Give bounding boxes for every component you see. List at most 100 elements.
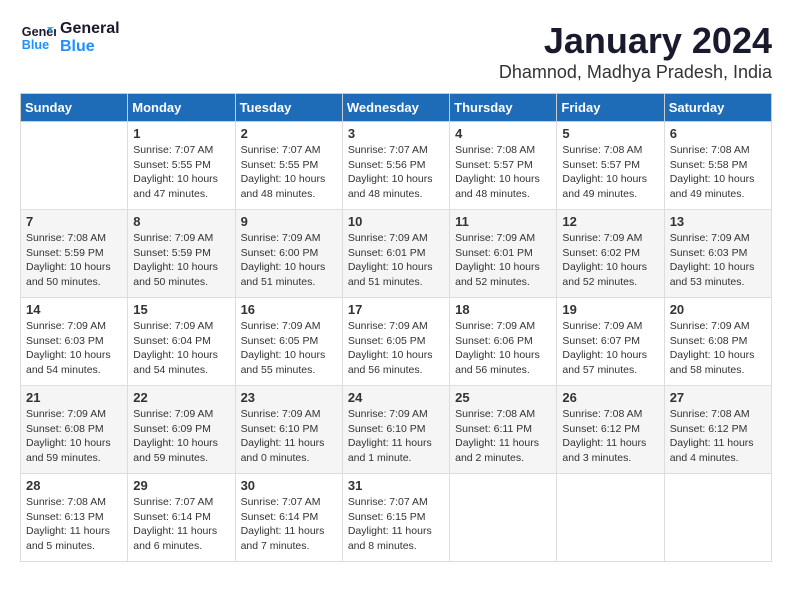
calendar-cell [557, 474, 664, 562]
cell-info: Sunrise: 7:09 AM Sunset: 6:09 PM Dayligh… [133, 407, 229, 466]
day-number: 9 [241, 214, 337, 229]
calendar-cell: 16 Sunrise: 7:09 AM Sunset: 6:05 PM Dayli… [235, 298, 342, 386]
calendar-cell: 23Sunrise: 7:09 AM Sunset: 6:10 PM Dayli… [235, 386, 342, 474]
calendar-cell: 8 Sunrise: 7:09 AM Sunset: 5:59 PM Daylig… [128, 210, 235, 298]
calendar-cell: 12 Sunrise: 7:09 AM Sunset: 6:02 PM Dayli… [557, 210, 664, 298]
calendar-cell: 30 Sunrise: 7:07 AM Sunset: 6:14 PM Dayli… [235, 474, 342, 562]
cell-info: Sunrise: 7:09 AM Sunset: 6:07 PM Dayligh… [562, 319, 658, 378]
calendar-row: 28Sunrise: 7:08 AM Sunset: 6:13 PM Dayli… [21, 474, 772, 562]
calendar-cell: 13 Sunrise: 7:09 AM Sunset: 6:03 PM Dayli… [664, 210, 771, 298]
calendar-cell: 18 Sunrise: 7:09 AM Sunset: 6:06 PM Dayli… [450, 298, 557, 386]
day-number: 19 [562, 302, 658, 317]
calendar-cell: 15 Sunrise: 7:09 AM Sunset: 6:04 PM Dayli… [128, 298, 235, 386]
title-area: January 2024 Dhamnod, Madhya Pradesh, In… [499, 20, 772, 83]
calendar-cell: 10Sunrise: 7:09 AM Sunset: 6:01 PM Dayli… [342, 210, 449, 298]
cell-info: Sunrise: 7:07 AM Sunset: 5:56 PM Dayligh… [348, 143, 444, 202]
logo-line1: General [60, 20, 120, 38]
header-day: Saturday [664, 94, 771, 122]
cell-info: Sunrise: 7:08 AM Sunset: 5:57 PM Dayligh… [562, 143, 658, 202]
calendar-cell: 21 Sunrise: 7:09 AM Sunset: 6:08 PM Dayli… [21, 386, 128, 474]
logo: General Blue General Blue [20, 20, 120, 56]
day-number: 30 [241, 478, 337, 493]
header-day: Tuesday [235, 94, 342, 122]
day-number: 13 [670, 214, 766, 229]
day-number: 8 [133, 214, 229, 229]
cell-info: Sunrise: 7:08 AM Sunset: 5:59 PM Dayligh… [26, 231, 122, 290]
logo-line2: Blue [60, 38, 120, 56]
day-number: 3 [348, 126, 444, 141]
header-day: Wednesday [342, 94, 449, 122]
cell-info: Sunrise: 7:07 AM Sunset: 6:14 PM Dayligh… [133, 495, 229, 554]
calendar-cell: 17Sunrise: 7:09 AM Sunset: 6:05 PM Dayli… [342, 298, 449, 386]
day-number: 21 [26, 390, 122, 405]
calendar-cell: 11 Sunrise: 7:09 AM Sunset: 6:01 PM Dayli… [450, 210, 557, 298]
cell-info: Sunrise: 7:09 AM Sunset: 6:08 PM Dayligh… [26, 407, 122, 466]
day-number: 24 [348, 390, 444, 405]
day-number: 2 [241, 126, 337, 141]
cell-info: Sunrise: 7:09 AM Sunset: 6:00 PM Dayligh… [241, 231, 337, 290]
header-day: Sunday [21, 94, 128, 122]
calendar-row: 21 Sunrise: 7:09 AM Sunset: 6:08 PM Dayli… [21, 386, 772, 474]
day-number: 12 [562, 214, 658, 229]
calendar-subtitle: Dhamnod, Madhya Pradesh, India [499, 62, 772, 83]
day-number: 27 [670, 390, 766, 405]
header-day: Monday [128, 94, 235, 122]
header-day: Friday [557, 94, 664, 122]
day-number: 6 [670, 126, 766, 141]
day-number: 29 [133, 478, 229, 493]
cell-info: Sunrise: 7:09 AM Sunset: 6:04 PM Dayligh… [133, 319, 229, 378]
calendar-cell: 5Sunrise: 7:08 AM Sunset: 5:57 PM Daylig… [557, 122, 664, 210]
cell-info: Sunrise: 7:09 AM Sunset: 6:02 PM Dayligh… [562, 231, 658, 290]
cell-info: Sunrise: 7:08 AM Sunset: 5:57 PM Dayligh… [455, 143, 551, 202]
calendar-cell: 3 Sunrise: 7:07 AM Sunset: 5:56 PM Daylig… [342, 122, 449, 210]
calendar-table: SundayMondayTuesdayWednesdayThursdayFrid… [20, 93, 772, 562]
day-number: 7 [26, 214, 122, 229]
calendar-cell: 25 Sunrise: 7:08 AM Sunset: 6:11 PM Dayli… [450, 386, 557, 474]
day-number: 20 [670, 302, 766, 317]
calendar-cell: 4 Sunrise: 7:08 AM Sunset: 5:57 PM Daylig… [450, 122, 557, 210]
svg-text:Blue: Blue [22, 38, 49, 52]
header-row: SundayMondayTuesdayWednesdayThursdayFrid… [21, 94, 772, 122]
calendar-cell: 26Sunrise: 7:08 AM Sunset: 6:12 PM Dayli… [557, 386, 664, 474]
cell-info: Sunrise: 7:08 AM Sunset: 6:13 PM Dayligh… [26, 495, 122, 554]
day-number: 17 [348, 302, 444, 317]
day-number: 15 [133, 302, 229, 317]
calendar-cell [664, 474, 771, 562]
calendar-cell [21, 122, 128, 210]
cell-info: Sunrise: 7:07 AM Sunset: 6:14 PM Dayligh… [241, 495, 337, 554]
calendar-cell: 19 Sunrise: 7:09 AM Sunset: 6:07 PM Dayli… [557, 298, 664, 386]
calendar-cell: 7 Sunrise: 7:08 AM Sunset: 5:59 PM Daylig… [21, 210, 128, 298]
calendar-cell: 9 Sunrise: 7:09 AM Sunset: 6:00 PM Daylig… [235, 210, 342, 298]
cell-info: Sunrise: 7:09 AM Sunset: 6:03 PM Dayligh… [670, 231, 766, 290]
calendar-cell: 24Sunrise: 7:09 AM Sunset: 6:10 PM Dayli… [342, 386, 449, 474]
cell-info: Sunrise: 7:08 AM Sunset: 5:58 PM Dayligh… [670, 143, 766, 202]
day-number: 4 [455, 126, 551, 141]
calendar-cell [450, 474, 557, 562]
cell-info: Sunrise: 7:07 AM Sunset: 5:55 PM Dayligh… [133, 143, 229, 202]
calendar-cell: 27 Sunrise: 7:08 AM Sunset: 6:12 PM Dayli… [664, 386, 771, 474]
cell-info: Sunrise: 7:09 AM Sunset: 6:05 PM Dayligh… [241, 319, 337, 378]
calendar-cell: 28Sunrise: 7:08 AM Sunset: 6:13 PM Dayli… [21, 474, 128, 562]
calendar-cell: 6 Sunrise: 7:08 AM Sunset: 5:58 PM Daylig… [664, 122, 771, 210]
day-number: 31 [348, 478, 444, 493]
calendar-cell: 22 Sunrise: 7:09 AM Sunset: 6:09 PM Dayli… [128, 386, 235, 474]
day-number: 23 [241, 390, 337, 405]
cell-info: Sunrise: 7:08 AM Sunset: 6:11 PM Dayligh… [455, 407, 551, 466]
cell-info: Sunrise: 7:07 AM Sunset: 6:15 PM Dayligh… [348, 495, 444, 554]
cell-info: Sunrise: 7:09 AM Sunset: 6:06 PM Dayligh… [455, 319, 551, 378]
day-number: 16 [241, 302, 337, 317]
day-number: 18 [455, 302, 551, 317]
cell-info: Sunrise: 7:09 AM Sunset: 6:01 PM Dayligh… [348, 231, 444, 290]
cell-info: Sunrise: 7:09 AM Sunset: 5:59 PM Dayligh… [133, 231, 229, 290]
calendar-cell: 20Sunrise: 7:09 AM Sunset: 6:08 PM Dayli… [664, 298, 771, 386]
calendar-cell: 29 Sunrise: 7:07 AM Sunset: 6:14 PM Dayli… [128, 474, 235, 562]
cell-info: Sunrise: 7:09 AM Sunset: 6:01 PM Dayligh… [455, 231, 551, 290]
day-number: 22 [133, 390, 229, 405]
calendar-row: 14Sunrise: 7:09 AM Sunset: 6:03 PM Dayli… [21, 298, 772, 386]
day-number: 25 [455, 390, 551, 405]
calendar-title: January 2024 [499, 20, 772, 62]
cell-info: Sunrise: 7:08 AM Sunset: 6:12 PM Dayligh… [670, 407, 766, 466]
calendar-cell: 1 Sunrise: 7:07 AM Sunset: 5:55 PM Daylig… [128, 122, 235, 210]
day-number: 11 [455, 214, 551, 229]
day-number: 1 [133, 126, 229, 141]
